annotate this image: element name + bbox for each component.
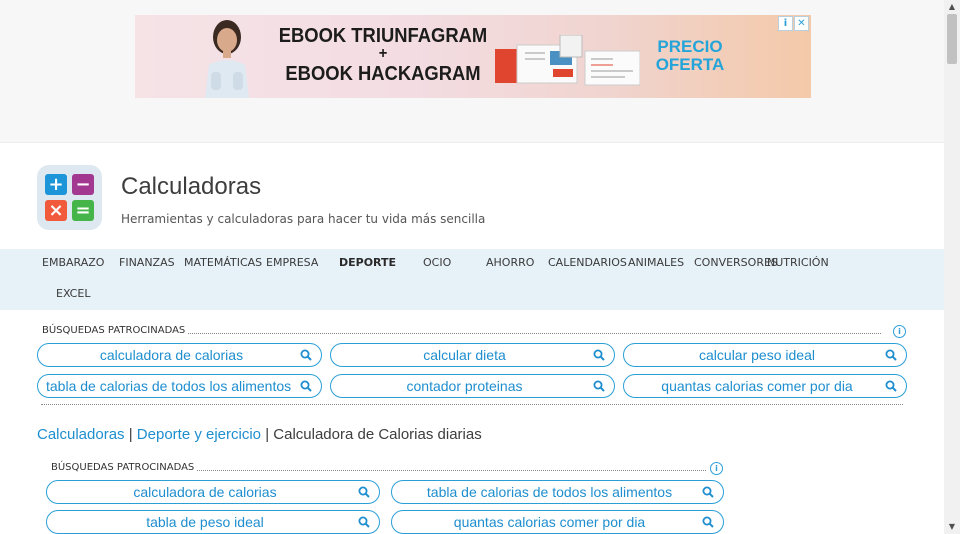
breadcrumb-current: Calculadora de Calorias diarias xyxy=(273,426,482,443)
pill-label: contador proteinas xyxy=(406,378,523,394)
nav-item-embarazo[interactable]: EMBARAZO xyxy=(42,256,104,269)
search-icon xyxy=(593,380,605,392)
nav-item-ocio[interactable]: OCIO xyxy=(423,256,451,269)
nav-item-calendarios[interactable]: CALENDARIOS xyxy=(548,256,627,269)
plus-icon: + xyxy=(45,174,67,195)
main-nav: EMBARAZO FINANZAS MATEMÁTICAS EMPRESA DE… xyxy=(0,249,944,310)
info-icon[interactable]: i xyxy=(893,325,906,338)
info-icon[interactable]: i xyxy=(710,462,723,475)
sponsored-search-pill[interactable]: tabla de calorias de todos los alimentos xyxy=(37,374,322,398)
ad-badges: i ✕ xyxy=(778,16,809,31)
search-icon xyxy=(593,349,605,361)
ad-area: EBOOK TRIUNFAGRAM + EBOOK HACKAGRAM PREC… xyxy=(0,0,944,143)
sponsored-searches-top: BÚSQUEDAS PATROCINADAS i calculadora de … xyxy=(37,325,907,407)
minus-icon: − xyxy=(72,174,94,195)
ad-banner[interactable]: EBOOK TRIUNFAGRAM + EBOOK HACKAGRAM PREC… xyxy=(135,15,811,98)
nav-item-excel[interactable]: EXCEL xyxy=(56,287,90,300)
sponsored-searches-bottom: BÚSQUEDAS PATROCINADAS i calculadora de … xyxy=(46,462,724,534)
pill-label: tabla de peso ideal xyxy=(146,514,264,530)
divider xyxy=(41,404,903,405)
breadcrumb: Calculadoras | Deporte y ejercicio | Cal… xyxy=(37,426,482,443)
scroll-thumb[interactable] xyxy=(947,14,957,64)
ad-offer-line1: PRECIO xyxy=(657,37,723,56)
pill-label: quantas calorias comer por dia xyxy=(661,378,853,394)
search-icon xyxy=(885,380,897,392)
ad-headline-line2: EBOOK HACKAGRAM xyxy=(285,63,481,85)
nav-item-animales[interactable]: ANIMALES xyxy=(628,256,684,269)
ad-headline-plus: + xyxy=(378,45,388,62)
sponsored-search-pill[interactable]: calculadora de calorias xyxy=(37,343,322,367)
breadcrumb-link-deporte[interactable]: Deporte y ejercicio xyxy=(137,426,261,443)
nav-item-deporte[interactable]: DEPORTE xyxy=(339,256,396,269)
sponsored-search-pill[interactable]: calcular peso ideal xyxy=(623,343,907,367)
nav-item-nutricion[interactable]: NUTRICIÓN xyxy=(767,256,829,269)
nav-item-conversores[interactable]: CONVERSORES xyxy=(694,256,778,269)
divider xyxy=(146,470,706,471)
scroll-down-icon[interactable]: ▼ xyxy=(944,520,960,534)
pill-label: calcular peso ideal xyxy=(699,347,815,363)
divider xyxy=(137,333,881,334)
sponsored-label: BÚSQUEDAS PATROCINADAS xyxy=(51,462,198,473)
sponsored-search-pill[interactable]: calcular dieta xyxy=(330,343,615,367)
site-logo[interactable]: + − × = xyxy=(37,165,102,230)
nav-item-finanzas[interactable]: FINANZAS xyxy=(119,256,175,269)
ad-info-icon[interactable]: i xyxy=(778,16,793,31)
pill-label: calculadora de calorias xyxy=(133,484,277,500)
pill-label: tabla de calorias de todos los alimentos xyxy=(426,484,673,500)
search-icon xyxy=(885,349,897,361)
nav-item-matematicas[interactable]: MATEMÁTICAS xyxy=(184,256,262,269)
search-icon xyxy=(702,486,714,498)
search-icon xyxy=(300,380,312,392)
pill-label: tabla de calorias de todos los alimentos xyxy=(46,378,292,394)
search-icon xyxy=(702,516,714,528)
sponsored-search-pill[interactable]: contador proteinas xyxy=(330,374,615,398)
site-tagline: Herramientas y calculadoras para hacer t… xyxy=(121,212,486,226)
ad-offer-line2: OFERTA xyxy=(655,55,725,74)
nav-item-empresa[interactable]: EMPRESA xyxy=(266,256,318,269)
search-icon xyxy=(358,516,370,528)
sponsored-search-pill[interactable]: tabla de calorias de todos los alimentos xyxy=(391,480,724,504)
scroll-up-icon[interactable]: ▲ xyxy=(944,0,960,14)
search-icon xyxy=(300,349,312,361)
equals-icon: = xyxy=(72,200,94,221)
sponsored-search-pill[interactable]: tabla de peso ideal xyxy=(46,510,380,534)
sponsored-search-pill[interactable]: quantas calorias comer por dia xyxy=(391,510,724,534)
close-icon[interactable]: ✕ xyxy=(794,16,809,31)
search-icon xyxy=(358,486,370,498)
nav-item-ahorro[interactable]: AHORRO xyxy=(486,256,534,269)
pill-label: quantas calorias comer por dia xyxy=(453,514,646,530)
site-title[interactable]: Calculadoras xyxy=(121,173,261,201)
sponsored-search-pill[interactable]: calculadora de calorias xyxy=(46,480,380,504)
pill-label: calcular dieta xyxy=(423,347,506,363)
scrollbar[interactable]: ▲ ▼ xyxy=(944,0,960,534)
breadcrumb-separator: | xyxy=(128,426,137,443)
ad-books-image xyxy=(495,35,640,86)
sponsored-search-pill[interactable]: quantas calorias comer por dia xyxy=(623,374,907,398)
pill-label: calculadora de calorias xyxy=(99,347,244,363)
sponsored-label: BÚSQUEDAS PATROCINADAS xyxy=(42,325,189,336)
breadcrumb-link-calculadoras[interactable]: Calculadoras xyxy=(37,426,125,443)
multiply-icon: × xyxy=(45,200,67,221)
ad-woman-image xyxy=(205,20,249,98)
